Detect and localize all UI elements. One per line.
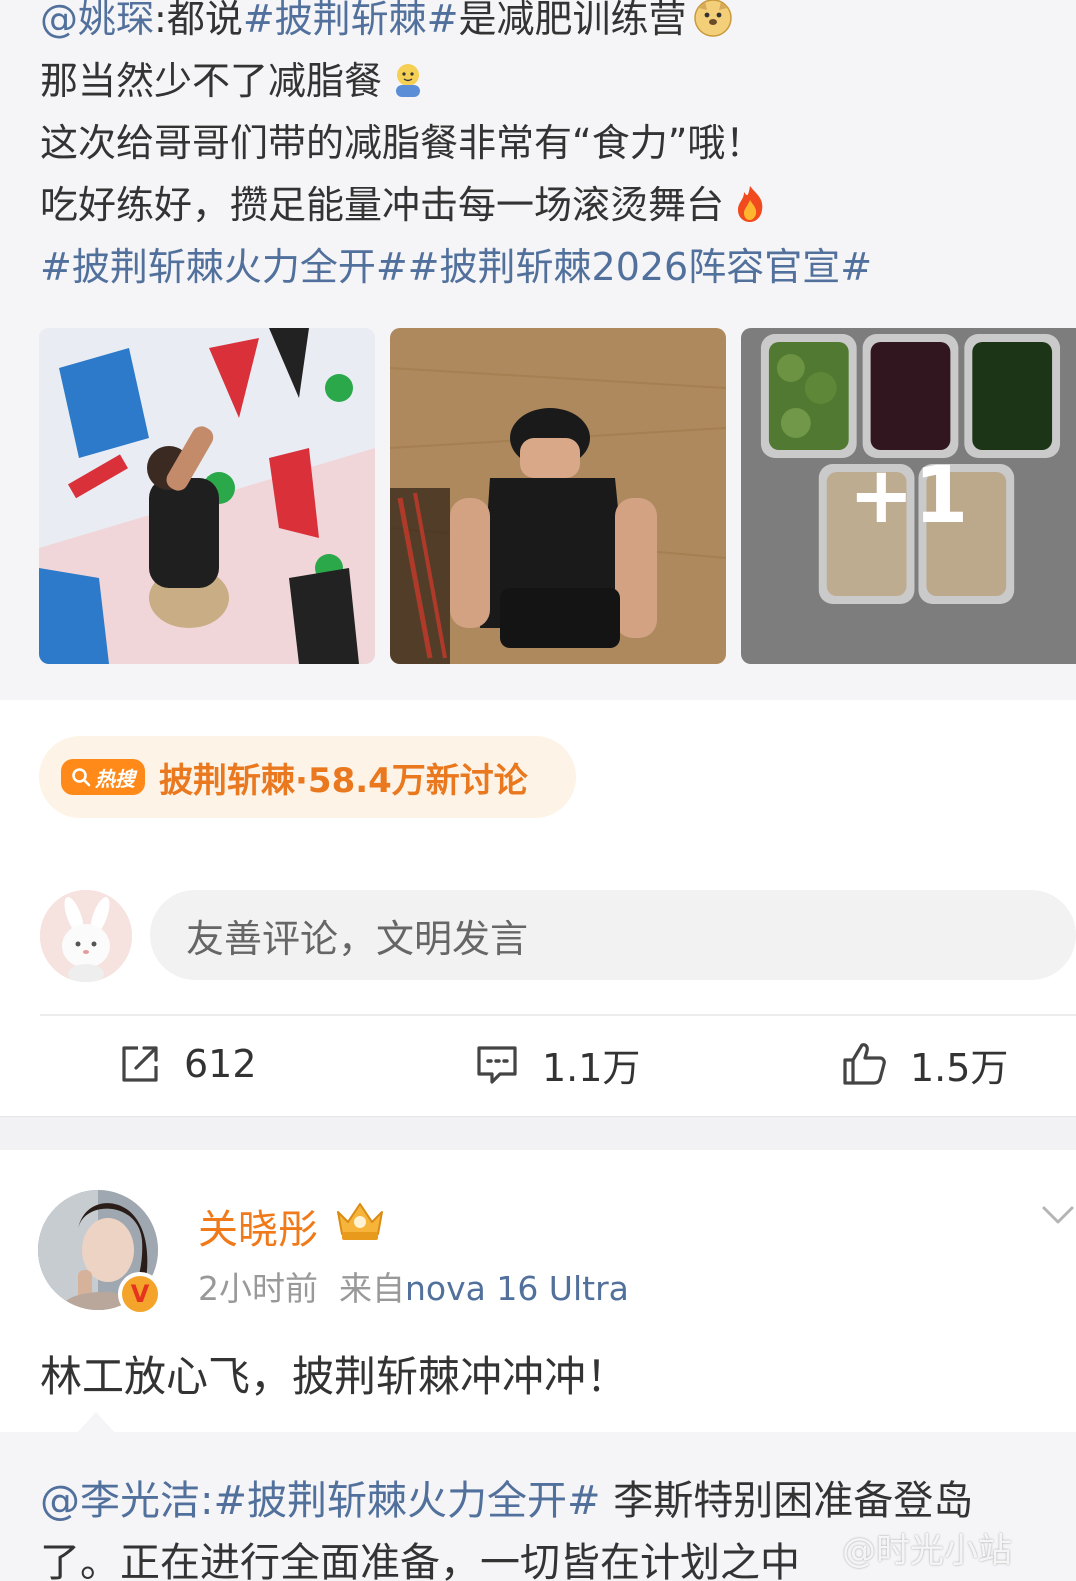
comment-count: 1.1万 — [542, 1045, 641, 1090]
feed-separator — [0, 1116, 1076, 1150]
like-button[interactable]: 1.5万 — [840, 1036, 1008, 1092]
quote-pointer — [76, 1412, 116, 1434]
hashtag-link[interactable]: :#披荆斩棘火力全开# — [200, 1478, 601, 1524]
text-segment: 李斯特别困准备登岛 — [600, 1478, 974, 1524]
share-icon — [122, 1046, 158, 1082]
verified-badge: V — [118, 1272, 162, 1316]
mention-link[interactable]: @李光洁 — [40, 1478, 200, 1524]
chevron-down-icon[interactable] — [1040, 1200, 1076, 1230]
comment-icon — [477, 1046, 517, 1084]
bunny-avatar-graphic — [40, 890, 132, 982]
gym-photo-graphic — [390, 328, 726, 664]
repost-button[interactable]: 612 — [118, 1036, 257, 1092]
doge-emoji — [693, 0, 732, 37]
hot-search-text: 披荆斩棘·58.4万新讨论 — [159, 760, 528, 801]
hashtag-link[interactable]: #披荆斩棘# — [243, 0, 459, 41]
post-meta: 2小时前 来自nova 16 Ultra — [198, 1262, 629, 1310]
hot-search-pill[interactable]: 热搜 披荆斩棘·58.4万新讨论 — [39, 736, 576, 818]
climbing-wall-photo[interactable] — [39, 328, 375, 664]
source-label: 来自 — [338, 1269, 405, 1308]
author-name[interactable]: 关晓彤 — [198, 1197, 318, 1255]
comment-input[interactable]: 友善评论，文明发言 — [150, 890, 1076, 980]
fire-emoji — [738, 186, 763, 222]
post-body: 林工放心飞，披荆斩棘冲冲冲！ — [40, 1352, 629, 1401]
hashtag-line[interactable]: #披荆斩棘火力全开##披荆斩棘2026阵容官宣# — [40, 244, 872, 290]
hot-search-badge: 热搜 — [61, 759, 145, 795]
repost-count: 612 — [184, 1042, 257, 1086]
crown-member-icon — [337, 1203, 383, 1240]
text-segment: 吃好练好，攒足能量冲击每一场滚烫舞台 — [40, 183, 725, 227]
my-avatar[interactable] — [40, 890, 132, 982]
repost-line-2: 那当然少不了减脂餐 — [40, 58, 428, 104]
text-segment: 那当然少不了减脂餐 — [40, 59, 383, 103]
repost-line-4: 吃好练好，攒足能量冲击每一场滚烫舞台 — [40, 182, 770, 228]
mention-link[interactable]: @姚琛 — [40, 0, 154, 41]
meal-prep-photo[interactable]: +1 — [741, 328, 1076, 664]
gym-crouch-photo[interactable] — [390, 328, 726, 664]
thumbs-up-icon — [843, 1043, 886, 1085]
climbing-photo-graphic — [39, 328, 375, 664]
praying-emoji — [396, 64, 421, 97]
repost-line-3: 这次给哥哥们带的减脂餐非常有“食力”哦！ — [40, 121, 764, 165]
divider — [40, 1014, 1076, 1016]
source-device[interactable]: nova 16 Ultra — [405, 1269, 629, 1308]
text-segment: 是减肥训练营 — [458, 0, 687, 41]
post-time: 2小时前 — [198, 1269, 318, 1308]
quote-line-1: @李光洁:#披荆斩棘火力全开# 李斯特别困准备登岛 — [40, 1468, 973, 1526]
quote-line-2: 了。正在进行全面准备，一切皆在计划之中 — [40, 1540, 800, 1581]
watermark: @时光小站 — [842, 1531, 1012, 1571]
comment-button[interactable]: 1.1万 — [474, 1036, 640, 1092]
hot-search-badge-label: 热搜 — [95, 766, 135, 791]
search-icon — [72, 768, 91, 787]
text-segment: :都说 — [154, 0, 243, 41]
more-images-badge: +1 — [848, 451, 969, 541]
like-count: 1.5万 — [910, 1045, 1009, 1090]
repost-line-1: @姚琛:都说#披荆斩棘#是减肥训练营 — [40, 0, 733, 42]
